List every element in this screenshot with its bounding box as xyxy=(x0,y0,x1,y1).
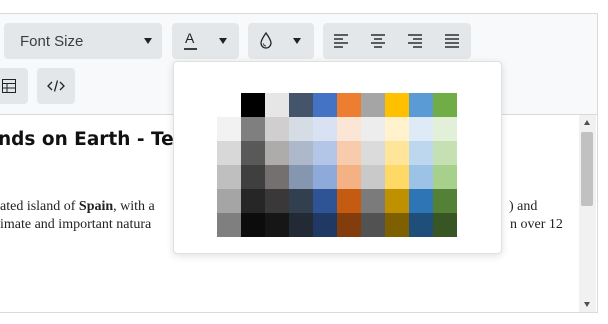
color-swatch[interactable] xyxy=(361,165,385,189)
code-view-button[interactable] xyxy=(37,68,75,104)
color-swatch[interactable] xyxy=(409,213,433,237)
text-segment: , with a xyxy=(113,199,155,214)
color-swatch[interactable] xyxy=(409,189,433,213)
font-color-dropdown[interactable]: A xyxy=(172,23,239,59)
code-icon xyxy=(47,80,65,92)
text-segment: ated island of xyxy=(0,199,79,214)
color-swatch[interactable] xyxy=(217,189,241,213)
color-swatch[interactable] xyxy=(361,213,385,237)
color-swatch[interactable] xyxy=(217,213,241,237)
color-swatch[interactable] xyxy=(217,117,241,141)
color-swatch[interactable] xyxy=(241,117,265,141)
color-swatch[interactable] xyxy=(337,141,361,165)
color-swatch[interactable] xyxy=(265,117,289,141)
paragraph-line-1: ated island of Spain, with a xyxy=(0,199,155,215)
font-color-palette-popup xyxy=(173,61,502,254)
color-swatch[interactable] xyxy=(289,213,313,237)
color-swatch[interactable] xyxy=(289,165,313,189)
color-swatch[interactable] xyxy=(433,117,457,141)
bold-text: Spain xyxy=(78,199,114,214)
color-swatch[interactable] xyxy=(337,93,361,117)
scroll-down-arrow-icon[interactable] xyxy=(584,302,590,307)
color-swatch[interactable] xyxy=(409,93,433,117)
scrollbar-thumb[interactable] xyxy=(581,132,593,206)
color-swatch[interactable] xyxy=(361,117,385,141)
color-swatch[interactable] xyxy=(289,141,313,165)
font-size-label: Font Size xyxy=(20,33,84,50)
insert-table-button[interactable] xyxy=(0,68,28,104)
color-swatch[interactable] xyxy=(361,93,385,117)
color-swatch[interactable] xyxy=(433,165,457,189)
table-icon xyxy=(2,79,16,93)
color-swatch[interactable] xyxy=(241,141,265,165)
alignment-group xyxy=(323,23,471,59)
align-left-icon[interactable] xyxy=(333,34,349,48)
color-swatch[interactable] xyxy=(385,165,409,189)
color-swatch[interactable] xyxy=(409,141,433,165)
paint-drop-icon xyxy=(260,32,272,49)
vertical-scrollbar[interactable] xyxy=(579,115,596,312)
color-swatch[interactable] xyxy=(217,165,241,189)
color-swatch[interactable] xyxy=(289,117,313,141)
color-swatch[interactable] xyxy=(313,213,337,237)
color-swatch[interactable] xyxy=(409,117,433,141)
color-swatch[interactable] xyxy=(385,93,409,117)
color-swatch[interactable] xyxy=(265,141,289,165)
content-heading: nds on Earth - Ter xyxy=(0,129,183,150)
color-swatch[interactable] xyxy=(313,93,337,117)
font-color-underline xyxy=(184,48,197,50)
font-color-icon: A xyxy=(185,30,195,46)
color-swatch[interactable] xyxy=(337,165,361,189)
align-right-icon[interactable] xyxy=(407,34,423,48)
color-swatch[interactable] xyxy=(337,189,361,213)
color-swatch[interactable] xyxy=(289,93,313,117)
color-swatch[interactable] xyxy=(313,189,337,213)
background-color-dropdown[interactable] xyxy=(248,23,314,59)
align-justify-icon[interactable] xyxy=(444,34,460,48)
chevron-down-icon xyxy=(293,38,301,44)
color-swatch[interactable] xyxy=(385,213,409,237)
color-swatch[interactable] xyxy=(217,141,241,165)
color-swatch[interactable] xyxy=(265,93,289,117)
color-swatch[interactable] xyxy=(265,165,289,189)
color-swatch[interactable] xyxy=(313,165,337,189)
color-swatch[interactable] xyxy=(361,189,385,213)
color-swatch[interactable] xyxy=(241,165,265,189)
color-swatch[interactable] xyxy=(241,189,265,213)
paragraph-line-2: imate and important natura xyxy=(0,217,152,232)
color-swatch[interactable] xyxy=(433,93,457,117)
color-swatch[interactable] xyxy=(385,117,409,141)
color-swatch[interactable] xyxy=(289,189,313,213)
color-swatch[interactable] xyxy=(313,117,337,141)
color-swatch[interactable] xyxy=(433,213,457,237)
color-swatch[interactable] xyxy=(433,141,457,165)
align-center-icon[interactable] xyxy=(370,34,386,48)
color-swatch[interactable] xyxy=(265,189,289,213)
color-swatch[interactable] xyxy=(241,93,265,117)
color-swatch[interactable] xyxy=(433,189,457,213)
color-swatch[interactable] xyxy=(337,117,361,141)
color-swatch[interactable] xyxy=(337,213,361,237)
color-swatch[interactable] xyxy=(385,189,409,213)
color-swatch[interactable] xyxy=(361,141,385,165)
paragraph-line-2-end: n over 12 xyxy=(510,217,563,232)
color-swatch[interactable] xyxy=(409,165,433,189)
color-swatch[interactable] xyxy=(241,213,265,237)
paragraph-line-1-end: ) and xyxy=(509,199,538,214)
scroll-up-arrow-icon[interactable] xyxy=(584,120,590,125)
color-swatch[interactable] xyxy=(385,141,409,165)
color-swatch[interactable] xyxy=(313,141,337,165)
chevron-down-icon xyxy=(144,38,152,44)
chevron-down-icon xyxy=(219,38,227,44)
color-swatch[interactable] xyxy=(265,213,289,237)
font-size-dropdown[interactable]: Font Size xyxy=(4,23,162,59)
